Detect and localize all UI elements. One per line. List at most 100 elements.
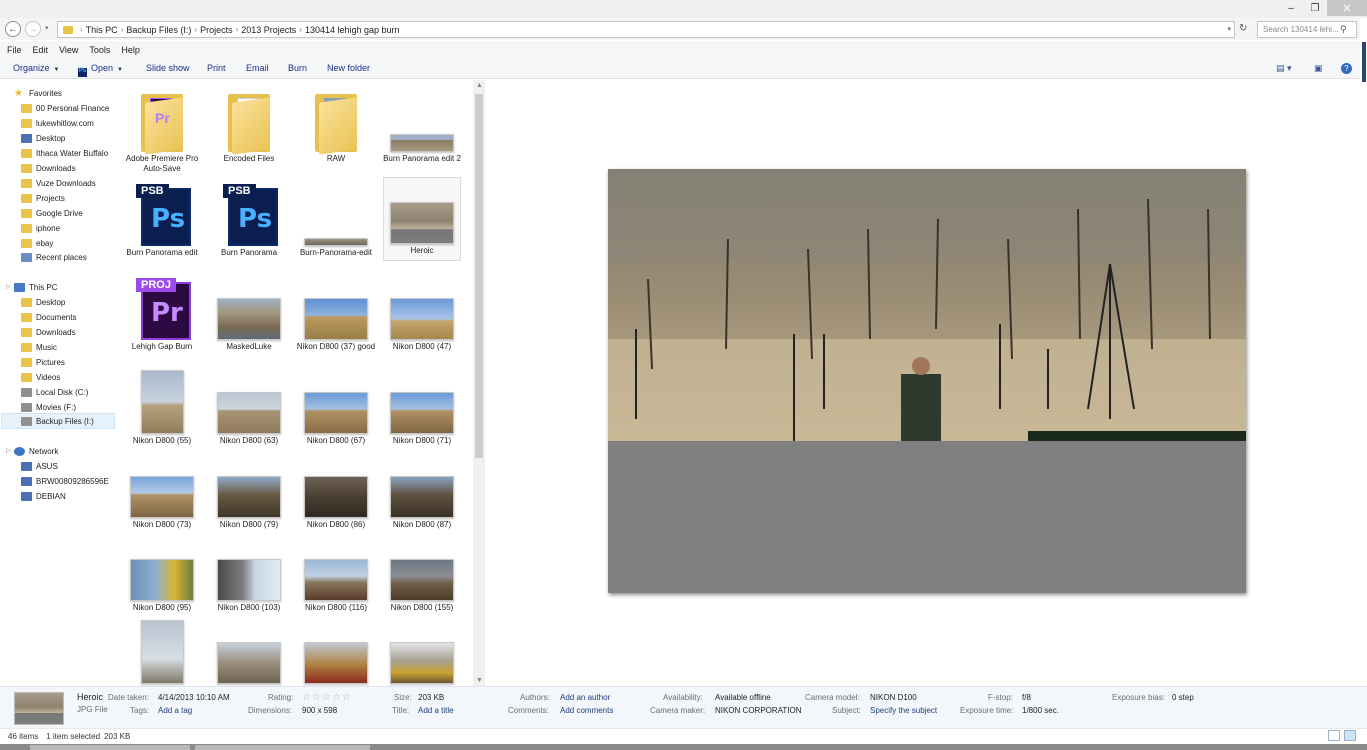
nav-this-pc[interactable]: This PC <box>14 280 57 294</box>
title-value[interactable]: Add a title <box>418 706 454 715</box>
address-dropdown-icon[interactable]: ▾ <box>1227 25 1231 33</box>
scrollbar-thumb[interactable] <box>475 94 483 458</box>
file-tile-nikon-67[interactable]: Nikon D800 (67) <box>296 368 376 458</box>
file-tile-raw[interactable]: RAW <box>296 86 376 176</box>
scroll-down-icon[interactable]: ▼ <box>476 677 483 684</box>
nav-item-brw[interactable]: BRW00809286596E <box>21 474 109 488</box>
file-tile-burn-panorama-edit[interactable]: PSB Ps Burn Panorama edit <box>122 180 202 270</box>
nav-network[interactable]: Network <box>14 444 58 458</box>
tags-value[interactable]: Add a tag <box>158 706 192 715</box>
nav-item-pc-desktop[interactable]: Desktop <box>21 295 65 309</box>
close-button[interactable]: ✕ <box>1327 0 1367 16</box>
file-tile-nikon-63[interactable]: Nikon D800 (63) <box>209 368 289 458</box>
file-tile-nikon-79[interactable]: Nikon D800 (79) <box>209 452 289 542</box>
chevron-right-icon[interactable]: › <box>121 25 124 34</box>
expand-arrow-icon[interactable]: ▷ <box>6 283 11 290</box>
nav-item-asus[interactable]: ASUS <box>21 459 58 473</box>
file-tile-heroic[interactable]: Heroic <box>383 177 461 261</box>
search-icon[interactable]: ⚲ <box>1340 24 1347 35</box>
file-tile-burn-panorama[interactable]: PSB Ps Burn Panorama <box>209 180 289 270</box>
file-list-scrollbar[interactable]: ▲ ▼ <box>473 80 485 686</box>
burn-button[interactable]: Burn <box>288 63 307 73</box>
file-tile-burn-panorama-edit2[interactable]: Burn Panorama edit 2 <box>382 86 462 176</box>
print-button[interactable]: Print <box>207 63 226 73</box>
breadcrumb-backup-files[interactable]: Backup Files (I:) <box>126 25 191 35</box>
file-tile-nikon-71[interactable]: Nikon D800 (71) <box>382 368 462 458</box>
file-tile-partial[interactable] <box>382 618 462 686</box>
menu-tools[interactable]: Tools <box>89 45 110 55</box>
file-tile-burn-panorama-dash-edit[interactable]: Burn-Panorama-edit <box>296 180 376 270</box>
nav-item-ebay[interactable]: ebay <box>21 236 53 250</box>
menu-help[interactable]: Help <box>121 45 140 55</box>
file-tile-nikon-47[interactable]: Nikon D800 (47) <box>382 274 462 364</box>
taskbar-button[interactable] <box>30 745 190 750</box>
date-taken-value[interactable]: 4/14/2013 10:10 AM <box>158 693 230 702</box>
breadcrumb-2013-projects[interactable]: 2013 Projects <box>241 25 296 35</box>
slideshow-button[interactable]: Slide show <box>146 63 190 73</box>
nav-item-recent-places[interactable]: Recent places <box>21 250 87 264</box>
file-tile-partial[interactable] <box>296 618 376 686</box>
preview-pane-icon[interactable]: ▣ <box>1314 63 1323 74</box>
file-tile-maskedluke[interactable]: MaskedLuke <box>209 274 289 364</box>
forward-button[interactable]: → <box>25 21 41 37</box>
recent-locations-chevron-icon[interactable]: ▾ <box>45 24 49 32</box>
chevron-right-icon[interactable]: › <box>299 25 302 34</box>
nav-item-music[interactable]: Music <box>21 340 57 354</box>
chevron-right-icon[interactable]: › <box>80 25 83 34</box>
nav-item-google-drive[interactable]: Google Drive <box>21 206 83 220</box>
nav-item-backup-files[interactable]: Backup Files (I:) <box>1 413 115 429</box>
nav-item-desktop[interactable]: Desktop <box>21 131 65 145</box>
chevron-right-icon[interactable]: › <box>236 25 239 34</box>
organize-button[interactable]: Organize ▼ <box>13 63 59 73</box>
breadcrumb-this-pc[interactable]: This PC <box>86 25 118 35</box>
file-tile-nikon-95[interactable]: Nikon D800 (95) <box>122 535 202 625</box>
nav-item-movies[interactable]: Movies (F:) <box>21 400 76 414</box>
address-bar[interactable]: › This PC › Backup Files (I:) › Projects… <box>57 21 1235 38</box>
file-tile-partial[interactable] <box>122 618 202 686</box>
scroll-up-icon[interactable]: ▲ <box>476 82 483 89</box>
large-icons-view-icon[interactable] <box>1344 730 1356 741</box>
file-tile-nikon-86[interactable]: Nikon D800 (86) <box>296 452 376 542</box>
nav-item-ithaca[interactable]: Ithaca Water Buffalo <box>21 146 108 160</box>
subject-value[interactable]: Specify the subject <box>870 706 937 715</box>
nav-item-vuze[interactable]: Vuze Downloads <box>21 176 96 190</box>
change-view-icon[interactable]: ▤ ▾ <box>1276 63 1292 74</box>
menu-edit[interactable]: Edit <box>33 45 49 55</box>
taskbar-button[interactable] <box>195 745 370 750</box>
nav-item-videos[interactable]: Videos <box>21 370 60 384</box>
email-button[interactable]: Email <box>246 63 269 73</box>
back-button[interactable]: ← <box>5 21 21 37</box>
file-tile-nikon-87[interactable]: Nikon D800 (87) <box>382 452 462 542</box>
chevron-right-icon[interactable]: › <box>194 25 197 34</box>
nav-item-documents[interactable]: Documents <box>21 310 76 324</box>
file-tile-partial[interactable] <box>209 618 289 686</box>
file-tile-premiere-autosave[interactable]: Pr Adobe Premiere Pro Auto-Save <box>122 86 202 176</box>
breadcrumb-projects[interactable]: Projects <box>200 25 233 35</box>
nav-item-projects[interactable]: Projects <box>21 191 65 205</box>
refresh-icon[interactable]: ↻ <box>1239 23 1247 34</box>
nav-item-lukewhitlow[interactable]: lukewhitlow.com <box>21 116 94 130</box>
file-tile-nikon-103[interactable]: Nikon D800 (103) <box>209 535 289 625</box>
file-tile-lehigh-gap-burn[interactable]: PROJ Pr Lehigh Gap Burn <box>122 274 202 364</box>
details-view-icon[interactable] <box>1328 730 1340 741</box>
nav-item-debian[interactable]: DEBIAN <box>21 489 66 503</box>
file-tile-encoded-files[interactable]: Encoded Files <box>209 86 289 176</box>
breadcrumb-current-folder[interactable]: 130414 lehigh gap burn <box>305 25 400 35</box>
new-folder-button[interactable]: New folder <box>327 63 370 73</box>
open-button[interactable]: Ps Open ▼ <box>78 63 123 77</box>
minimize-button[interactable]: – <box>1279 0 1303 16</box>
nav-item-personal-finance[interactable]: 00 Personal Finance <box>21 101 109 115</box>
file-tile-nikon-55[interactable]: Nikon D800 (55) <box>122 368 202 458</box>
file-tile-nikon-155[interactable]: Nikon D800 (155) <box>382 535 462 625</box>
help-button[interactable]: ? <box>1341 63 1352 74</box>
expand-arrow-icon[interactable]: ▷ <box>6 447 11 454</box>
nav-item-iphone[interactable]: iphone <box>21 221 60 235</box>
restore-button[interactable]: ❐ <box>1303 0 1327 16</box>
authors-value[interactable]: Add an author <box>560 693 610 702</box>
nav-item-local-disk[interactable]: Local Disk (C:) <box>21 385 88 399</box>
nav-item-downloads[interactable]: Downloads <box>21 161 76 175</box>
menu-file[interactable]: File <box>7 45 22 55</box>
file-tile-nikon-116[interactable]: Nikon D800 (116) <box>296 535 376 625</box>
nav-item-pc-downloads[interactable]: Downloads <box>21 325 76 339</box>
nav-item-pictures[interactable]: Pictures <box>21 355 65 369</box>
